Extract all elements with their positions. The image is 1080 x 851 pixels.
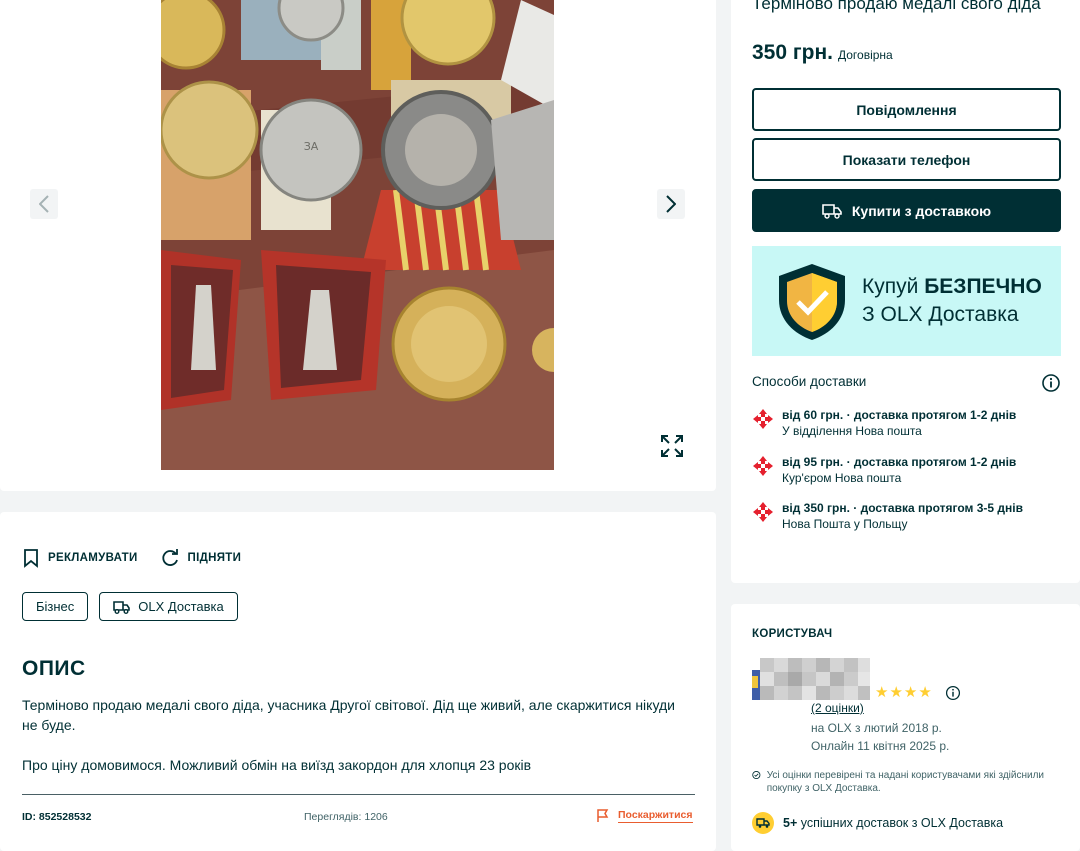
description-paragraph: Терміново продаю медалі свого діда, учас…	[22, 697, 675, 733]
views-count: Переглядів: 1206	[304, 811, 388, 823]
delivery-option: від 95 грн. · доставка протягом 1-2 днів…	[752, 455, 1072, 485]
delivery-methods-heading: Способи доставки	[752, 374, 867, 389]
avatar[interactable]	[752, 658, 870, 705]
delivery-option-title: від 95 грн. · доставка протягом 1-2 днів	[782, 455, 1017, 469]
verified-note-text: Усі оцінки перевірені та надані користув…	[766, 770, 1045, 794]
delivery-badge-icon	[752, 812, 774, 834]
listing-details: РЕКЛАМУВАТИ ПІДНЯТИ Бізнес OLX Доставка …	[0, 512, 716, 851]
price: 350 грн.	[752, 41, 833, 64]
banner-line1-bold: БЕЗПЕЧНО	[924, 275, 1042, 298]
listing-title: Терміново продаю медалі свого діда	[752, 0, 1041, 13]
fullscreen-button[interactable]	[659, 433, 685, 459]
info-icon[interactable]	[945, 685, 961, 701]
description-heading: ОПИС	[22, 657, 86, 680]
banner-line1-prefix: Купуй	[862, 275, 919, 298]
delivery-option-subtitle: Кур'єром Нова пошта	[782, 471, 902, 485]
info-icon[interactable]	[1041, 373, 1061, 393]
delivery-option-title: від 350 грн. · доставка протягом 3-5 дні…	[782, 501, 1023, 515]
user-card: КОРИСТУВАЧ ★★★★ (2 оцінки) на OLX з люти…	[731, 604, 1080, 851]
raise-button[interactable]: ПІДНЯТИ	[160, 548, 242, 568]
safe-delivery-banner[interactable]: Купуй БЕЗПЕЧНО З OLX Доставка	[752, 246, 1061, 356]
delivery-option-subtitle: Нова Пошта у Польщу	[782, 517, 908, 531]
prev-photo-button[interactable]	[30, 189, 58, 219]
description-text: Терміново продаю медалі свого діда, учас…	[22, 695, 682, 775]
flag-icon	[597, 809, 609, 822]
chevron-right-icon	[666, 195, 676, 213]
next-photo-button[interactable]	[657, 189, 685, 219]
divider	[22, 794, 695, 795]
delivery-option-subtitle: У відділення Нова пошта	[782, 424, 922, 438]
shield-check-icon	[779, 264, 845, 340]
successful-deliveries: 5+ успішних доставок з OLX Доставка	[752, 812, 1003, 834]
member-since: на OLX з лютий 2018 р.	[811, 721, 942, 735]
ratings-link[interactable]: (2 оцінки)	[811, 701, 864, 715]
rating-stars: ★★★★	[875, 684, 933, 701]
tag-olx-delivery-label: OLX Доставка	[138, 599, 224, 614]
verified-note: Усі оцінки перевірені та надані користув…	[752, 769, 1052, 795]
delivery-option-title: від 60 грн. · доставка протягом 1-2 днів	[782, 408, 1017, 422]
tag-olx-delivery: OLX Доставка	[99, 592, 238, 621]
nova-poshta-icon	[753, 409, 773, 429]
user-heading: КОРИСТУВАЧ	[752, 628, 833, 640]
price-block: 350 грн. Договірна	[752, 41, 893, 65]
svg-text:ЗА: ЗА	[304, 140, 319, 153]
pixelated-avatar	[752, 658, 870, 705]
truck-icon	[822, 203, 842, 219]
show-phone-button[interactable]: Показати телефон	[752, 138, 1061, 181]
buy-delivery-label: Купити з доставкою	[851, 202, 992, 219]
photo-gallery: ЗА	[0, 0, 716, 491]
buy-delivery-button[interactable]: Купити з доставкою	[752, 189, 1061, 232]
tag-business-label: Бізнес	[36, 599, 75, 614]
bookmark-icon	[24, 549, 38, 568]
raise-label: ПІДНЯТИ	[187, 552, 242, 564]
message-button[interactable]: Повідомлення	[752, 88, 1061, 131]
negotiable-label: Договірна	[837, 48, 893, 62]
nova-poshta-icon	[753, 456, 773, 476]
delivery-option: від 60 грн. · доставка протягом 1-2 днів…	[752, 408, 1072, 438]
last-online: Онлайн 11 квітня 2025 р.	[811, 739, 950, 753]
promote-button[interactable]: РЕКЛАМУВАТИ	[22, 548, 138, 568]
listing-id: ID: 852528532	[22, 811, 92, 823]
expand-icon	[661, 435, 683, 457]
check-circle-icon	[752, 770, 761, 780]
nova-poshta-icon	[753, 502, 773, 522]
tags: Бізнес OLX Доставка	[22, 592, 238, 621]
sidebar-purchase: Терміново продаю медалі свого діда 350 г…	[731, 0, 1080, 583]
chevron-left-icon	[39, 195, 49, 213]
banner-line2: З OLX Доставка	[862, 303, 1019, 326]
deliveries-text: успішних доставок з OLX Доставка	[800, 816, 1004, 830]
listing-photo[interactable]: ЗА	[161, 0, 554, 470]
ad-actions: РЕКЛАМУВАТИ ПІДНЯТИ	[22, 548, 241, 568]
truck-icon	[113, 600, 131, 614]
description-paragraph: Про ціну домовимося. Можливий обмін на в…	[22, 757, 532, 773]
medals-image: ЗА	[161, 0, 554, 470]
tag-business: Бізнес	[22, 592, 89, 621]
banner-text: Купуй БЕЗПЕЧНО З OLX Доставка	[862, 273, 1042, 329]
show-phone-label: Показати телефон	[842, 151, 971, 168]
message-label: Повідомлення	[856, 101, 957, 118]
deliveries-count: 5+	[783, 816, 798, 830]
delivery-option: від 350 грн. · доставка протягом 3-5 дні…	[752, 501, 1072, 531]
promote-label: РЕКЛАМУВАТИ	[48, 552, 138, 564]
refresh-icon	[161, 549, 178, 566]
report-button[interactable]: Поскаржитися	[596, 809, 693, 823]
report-label: Поскаржитися	[618, 809, 693, 823]
